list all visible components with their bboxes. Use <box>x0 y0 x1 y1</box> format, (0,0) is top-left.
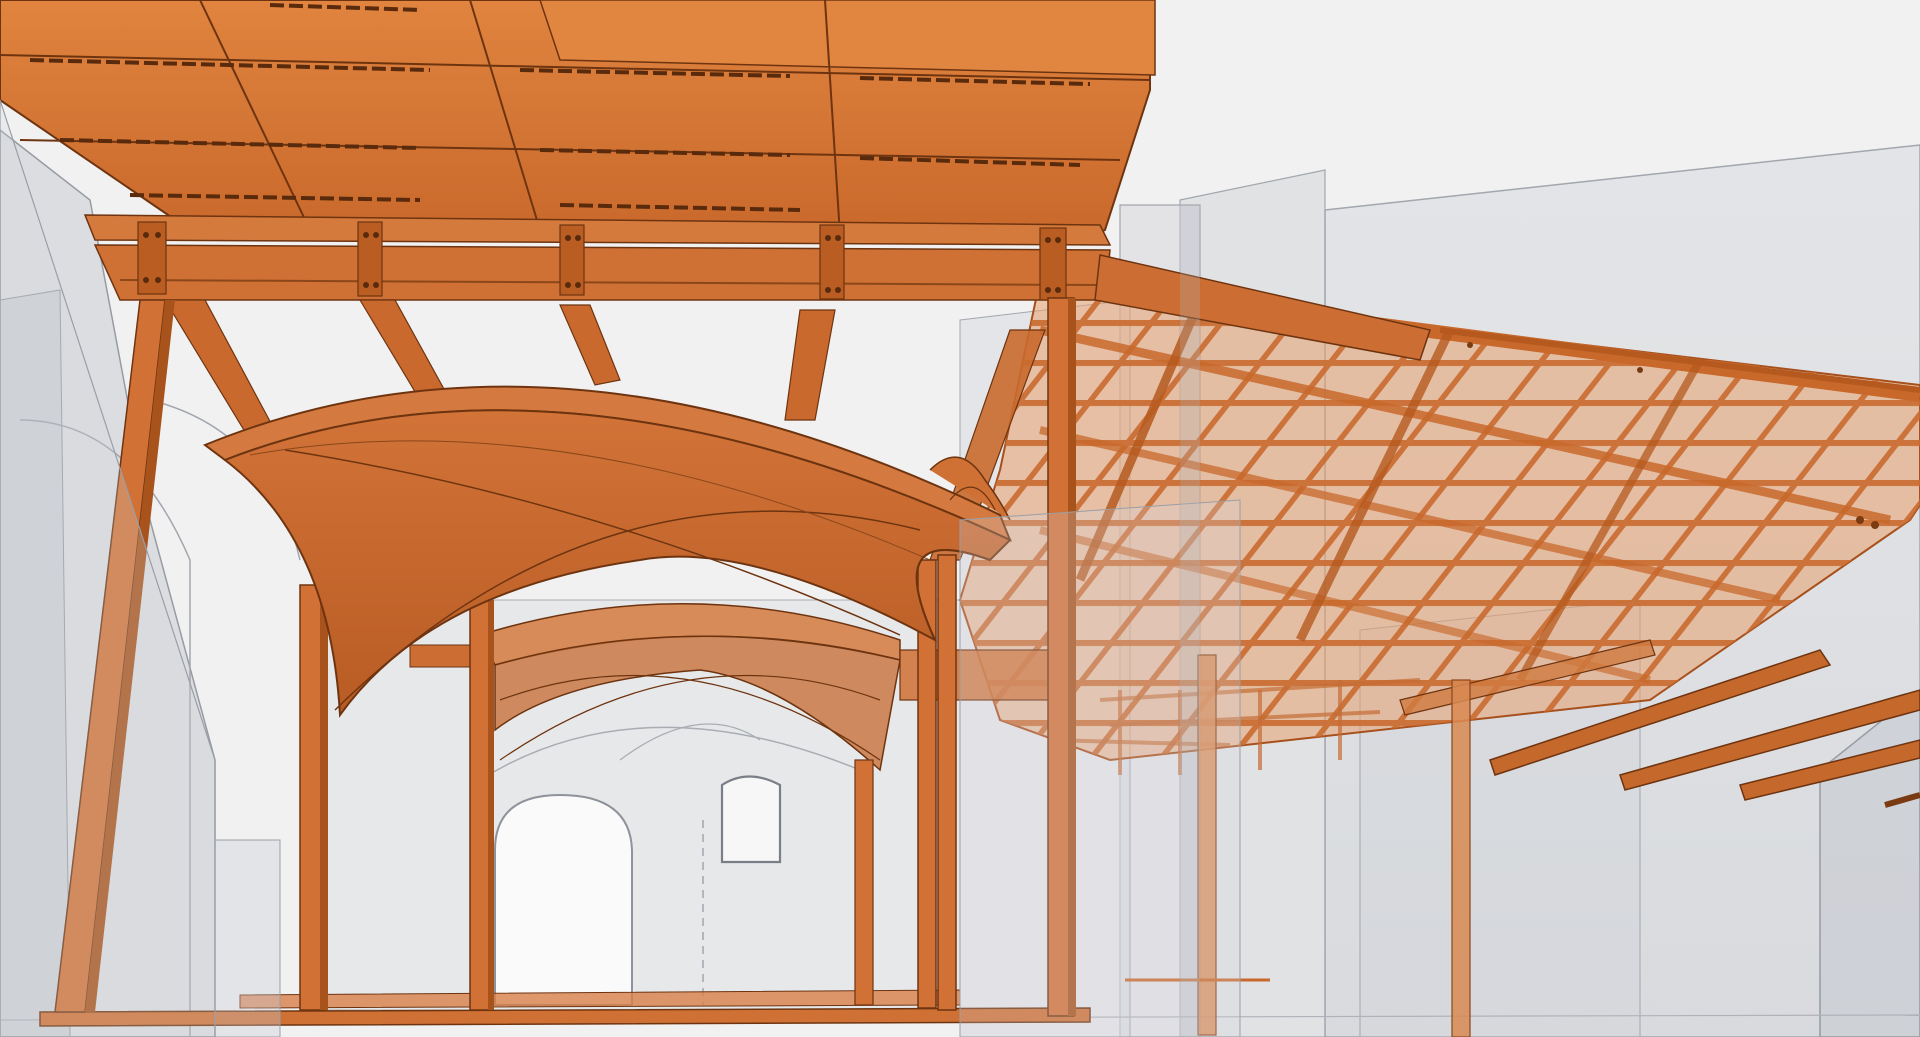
model-viewport[interactable] <box>0 0 1920 1037</box>
arched-doorway <box>494 793 633 1006</box>
ceiling-deck-plates <box>0 0 1156 242</box>
structural-model-render <box>0 0 1920 1037</box>
